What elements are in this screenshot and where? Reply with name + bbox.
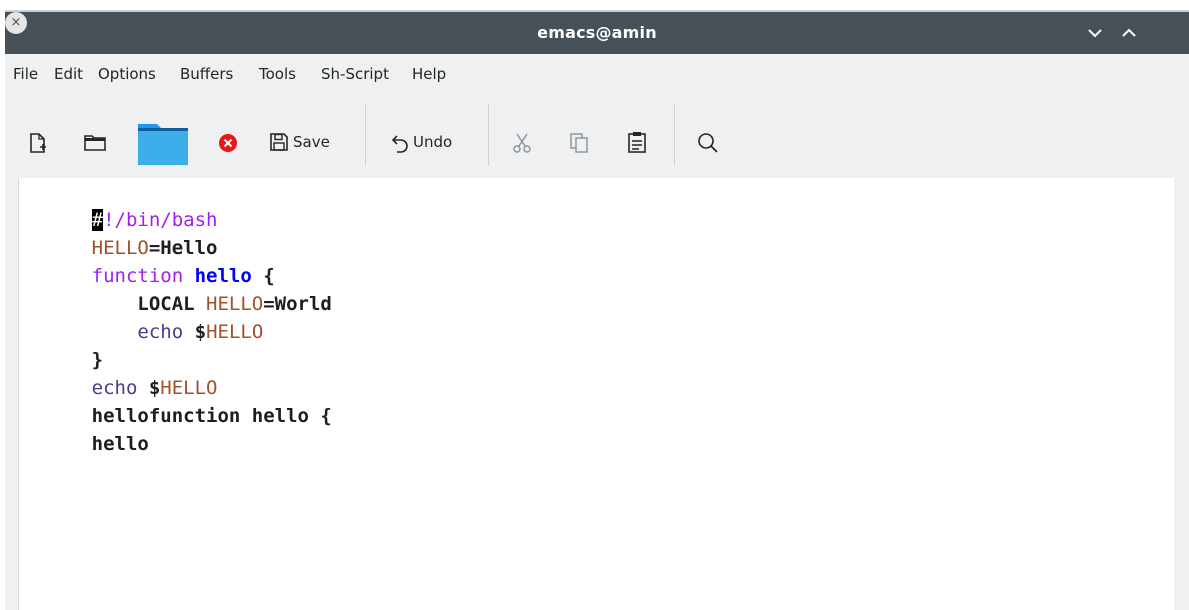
undo-button[interactable]: Undo — [413, 130, 452, 154]
code-token: hello — [91, 433, 149, 455]
emacs-window: emacs@amin × File Edit Options Buffers T… — [5, 10, 1189, 610]
kill-buffer-icon[interactable] — [218, 133, 238, 153]
new-file-icon[interactable] — [28, 132, 48, 154]
search-icon[interactable] — [697, 132, 719, 154]
tool-bar: Save Undo — [5, 94, 1189, 180]
cut-icon[interactable] — [511, 132, 533, 154]
code-line: hello — [23, 402, 149, 455]
code-line: function hello { — [23, 234, 275, 287]
menu-tools[interactable]: Tools — [259, 54, 296, 94]
menu-help[interactable]: Help — [412, 54, 446, 94]
save-button[interactable]: Save — [293, 130, 330, 154]
toolbar-separator — [365, 104, 366, 166]
menu-bar: File Edit Options Buffers Tools Sh-Scrip… — [5, 54, 1189, 94]
open-directory-icon[interactable] — [83, 134, 107, 152]
menu-sh-script[interactable]: Sh-Script — [321, 54, 389, 94]
maximize-icon[interactable] — [1118, 22, 1140, 44]
minimize-icon[interactable] — [1084, 22, 1106, 44]
code-line: LOCAL HELLO=World — [23, 262, 331, 315]
toolbar-separator — [488, 104, 489, 166]
code-line: HELLO=Hello — [23, 206, 218, 259]
code-token: =World — [263, 293, 332, 315]
paste-icon[interactable] — [627, 131, 647, 153]
code-line: echo $HELLO — [23, 346, 218, 399]
fringe — [1174, 178, 1189, 610]
code-token: echo — [137, 321, 184, 343]
undo-icon[interactable] — [389, 132, 411, 154]
text-editor[interactable]: #!/bin/bash HELLO=Hello function hello {… — [18, 178, 1175, 610]
code-line: } — [23, 318, 103, 371]
title-bar[interactable]: emacs@amin × — [5, 10, 1189, 54]
window-title: emacs@amin — [537, 23, 657, 42]
menu-options[interactable]: Options — [98, 54, 156, 94]
code-line: hellofunction hello { — [23, 374, 332, 427]
code-line: echo $HELLO — [23, 290, 263, 343]
code-token: $ — [183, 321, 207, 343]
menu-buffers[interactable]: Buffers — [180, 54, 233, 94]
menu-file[interactable]: File — [13, 54, 38, 94]
menu-edit[interactable]: Edit — [54, 54, 83, 94]
folder-icon[interactable] — [137, 122, 189, 166]
toolbar-separator — [674, 104, 675, 166]
copy-icon[interactable] — [569, 132, 589, 154]
code-token: HELLO — [206, 321, 264, 343]
code-line: #!/bin/bash — [23, 178, 217, 231]
save-icon[interactable] — [269, 132, 289, 152]
